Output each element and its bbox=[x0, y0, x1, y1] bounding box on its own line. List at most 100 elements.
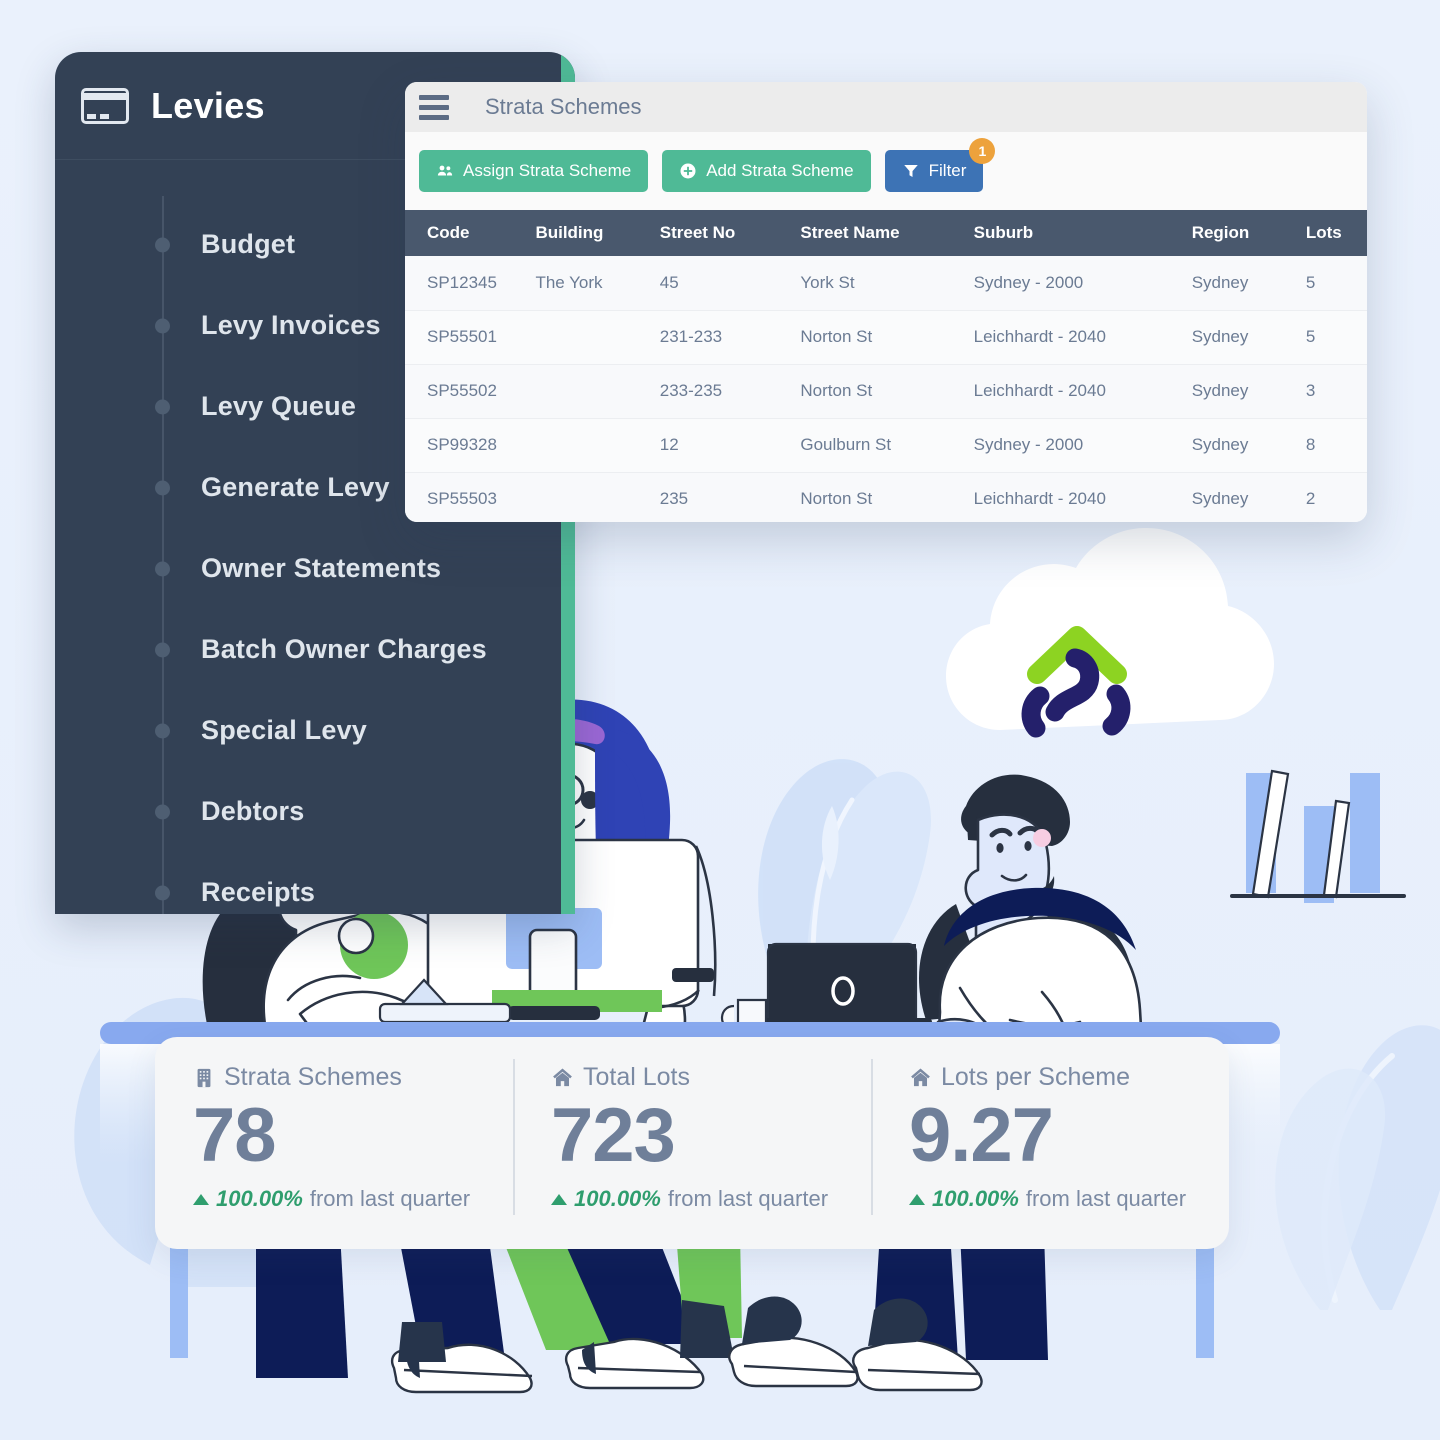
add-strata-scheme-label: Add Strata Scheme bbox=[706, 161, 854, 180]
stat-delta-row: 100.00% from last quarter bbox=[551, 1186, 871, 1212]
window-header: Strata Schemes bbox=[405, 82, 1367, 132]
column-header-street-no[interactable]: Street No bbox=[659, 210, 801, 256]
stat-delta-pct: 100.00% bbox=[216, 1186, 303, 1211]
filter-button[interactable]: Filter 1 bbox=[884, 138, 996, 192]
sidebar-title: Levies bbox=[151, 84, 265, 126]
stat-delta-row: 100.00% from last quarter bbox=[909, 1186, 1229, 1212]
cell-lots: 3 bbox=[1305, 364, 1367, 419]
column-header-street-name[interactable]: Street Name bbox=[800, 210, 974, 256]
home-icon bbox=[909, 1066, 932, 1089]
nav-dot-icon bbox=[155, 399, 170, 414]
stat-delta-suffix: from last quarter bbox=[309, 1186, 471, 1211]
stat-label: Strata Schemes bbox=[224, 1063, 402, 1091]
assign-strata-scheme-label: Assign Strata Scheme bbox=[463, 161, 632, 180]
cell-region: Sydney bbox=[1191, 256, 1306, 311]
nav-dot-icon bbox=[155, 237, 170, 252]
sidebar-item-label: Special Levy bbox=[201, 715, 367, 745]
sidebar-item-label: Generate Levy bbox=[201, 472, 390, 502]
cell-lots: 5 bbox=[1305, 310, 1367, 365]
arrow-up-icon bbox=[909, 1193, 925, 1205]
cell-street-name: Norton St bbox=[800, 310, 974, 365]
sidebar-item-special-levy[interactable]: Special Levy bbox=[55, 690, 575, 771]
sidebar-item-label: Levy Invoices bbox=[201, 310, 381, 340]
nav-dot-icon bbox=[155, 480, 170, 495]
sidebar-item-receipts[interactable]: Receipts bbox=[55, 852, 575, 914]
sidebar-item-label: Batch Owner Charges bbox=[201, 634, 487, 664]
coffee-mug bbox=[720, 998, 768, 1030]
sidebar-item-label: Budget bbox=[201, 229, 296, 259]
cell-code: SP55501 bbox=[405, 310, 536, 365]
table-row[interactable]: SP12345 The York 45 York St Sydney - 200… bbox=[405, 256, 1367, 311]
strata-schemes-table: Code Building Street No Street Name Subu… bbox=[405, 210, 1367, 522]
table-row[interactable]: SP99328 12 Goulburn St Sydney - 2000 Syd… bbox=[405, 418, 1367, 473]
cell-building bbox=[535, 418, 660, 473]
cell-region: Sydney bbox=[1191, 364, 1306, 419]
sidebar-item-label: Owner Statements bbox=[201, 553, 442, 583]
cell-lots: 2 bbox=[1305, 472, 1367, 522]
stat-delta-pct: 100.00% bbox=[932, 1186, 1019, 1211]
table-row[interactable]: SP55502 233-235 Norton St Leichhardt - 2… bbox=[405, 364, 1367, 419]
stat-value: 78 bbox=[193, 1093, 277, 1178]
filter-count-badge: 1 bbox=[969, 138, 996, 164]
nav-dot-icon bbox=[155, 885, 170, 900]
sidebar-item-owner-statements[interactable]: Owner Statements bbox=[55, 528, 575, 609]
stat-label-row: Strata Schemes bbox=[193, 1063, 513, 1092]
cell-code: SP55502 bbox=[405, 364, 536, 419]
cell-lots: 5 bbox=[1305, 256, 1367, 311]
cell-suburb: Sydney - 2000 bbox=[973, 418, 1192, 473]
table-row[interactable]: SP55501 231-233 Norton St Leichhardt - 2… bbox=[405, 310, 1367, 365]
sidebar-item-debtors[interactable]: Debtors bbox=[55, 771, 575, 852]
column-header-region[interactable]: Region bbox=[1191, 210, 1306, 256]
arrow-up-icon bbox=[551, 1193, 567, 1205]
stat-card-total-lots: Total Lots 723 100.00% from last quarter bbox=[513, 1037, 871, 1249]
users-icon bbox=[436, 162, 454, 180]
cell-region: Sydney bbox=[1191, 472, 1306, 522]
cell-suburb: Sydney - 2000 bbox=[973, 256, 1192, 311]
table-row[interactable]: SP55503 235 Norton St Leichhardt - 2040 … bbox=[405, 472, 1367, 522]
column-header-lots[interactable]: Lots bbox=[1305, 210, 1367, 256]
stat-delta-suffix: from last quarter bbox=[667, 1186, 829, 1211]
strata-schemes-window: Strata Schemes Assign Strata Scheme Add … bbox=[405, 82, 1367, 522]
cell-lots: 8 bbox=[1305, 418, 1367, 473]
cell-suburb: Leichhardt - 2040 bbox=[973, 310, 1192, 365]
column-header-building[interactable]: Building bbox=[535, 210, 660, 256]
app-screenshot: Levies Budget Levy Invoices Levy Queue G… bbox=[0, 0, 1440, 1440]
stat-label: Total Lots bbox=[583, 1063, 691, 1091]
add-strata-scheme-button[interactable]: Add Strata Scheme bbox=[662, 150, 871, 192]
nav-dot-icon bbox=[155, 318, 170, 333]
stat-delta-row: 100.00% from last quarter bbox=[193, 1186, 513, 1212]
cell-street-name: Norton St bbox=[800, 472, 974, 522]
cell-street-no: 12 bbox=[659, 418, 801, 473]
assign-strata-scheme-button[interactable]: Assign Strata Scheme bbox=[419, 150, 649, 192]
hamburger-icon[interactable] bbox=[419, 94, 449, 120]
cell-suburb: Leichhardt - 2040 bbox=[973, 472, 1192, 522]
stat-card-lots-per-scheme: Lots per Scheme 9.27 100.00% from last q… bbox=[871, 1037, 1229, 1249]
nav-dot-icon bbox=[155, 804, 170, 819]
stat-label-row: Lots per Scheme bbox=[909, 1063, 1229, 1092]
column-header-suburb[interactable]: Suburb bbox=[973, 210, 1192, 256]
column-header-code[interactable]: Code bbox=[405, 210, 536, 256]
nav-dot-icon bbox=[155, 561, 170, 576]
window-title: Strata Schemes bbox=[485, 94, 642, 119]
stat-value: 723 bbox=[551, 1093, 676, 1178]
sidebar-item-label: Debtors bbox=[201, 796, 305, 826]
cell-code: SP55503 bbox=[405, 472, 536, 522]
cell-code: SP99328 bbox=[405, 418, 536, 473]
nav-dot-icon bbox=[155, 642, 170, 657]
plant-middle bbox=[758, 759, 932, 1023]
cell-building: The York bbox=[535, 256, 660, 311]
cell-building bbox=[535, 472, 660, 522]
sidebar-item-label: Receipts bbox=[201, 877, 316, 907]
stats-summary-bar: Strata Schemes 78 100.00% from last quar… bbox=[155, 1037, 1229, 1249]
plus-circle-icon bbox=[679, 162, 697, 180]
sidebar-item-batch-owner-charges[interactable]: Batch Owner Charges bbox=[55, 609, 575, 690]
stat-value: 9.27 bbox=[909, 1093, 1054, 1178]
cell-street-name: Norton St bbox=[800, 364, 974, 419]
cell-building bbox=[535, 310, 660, 365]
arrow-up-icon bbox=[193, 1193, 209, 1205]
plant-right bbox=[1275, 1025, 1440, 1310]
keyboard bbox=[378, 978, 512, 1024]
nav-dot-icon bbox=[155, 723, 170, 738]
cell-street-no: 233-235 bbox=[659, 364, 801, 419]
cell-street-no: 235 bbox=[659, 472, 801, 522]
